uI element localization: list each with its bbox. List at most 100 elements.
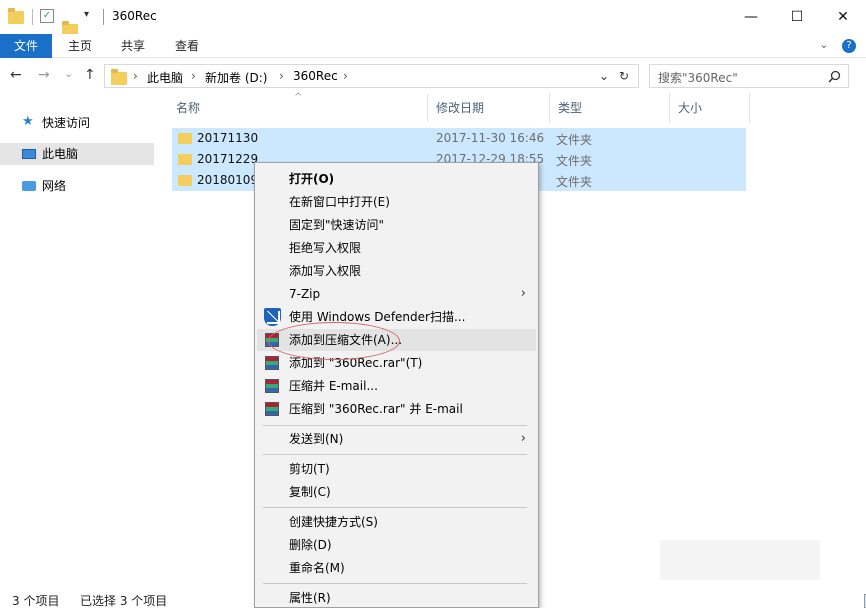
menu-item-compress-rar-email[interactable]: 压缩到 "360Rec.rar" 并 E-mail <box>257 398 536 420</box>
navpane-label: 快速访问 <box>42 116 91 130</box>
menu-item-label: 打开(O) <box>289 172 335 186</box>
menu-item-label: 属性(R) <box>289 591 331 605</box>
menu-item-label: 添加写入权限 <box>289 264 362 278</box>
column-date-modified[interactable]: 修改日期 <box>428 94 550 122</box>
title-separator <box>103 9 104 25</box>
menu-item-deny-write[interactable]: 拒绝写入权限 <box>257 237 536 259</box>
file-row[interactable]: 20171130 2017-11-30 16:46 文件夹 <box>172 128 746 149</box>
breadcrumb-this-pc[interactable]: 此电脑 <box>147 69 183 86</box>
navpane-quick-access[interactable]: ★ 快速访问 <box>0 112 154 134</box>
properties-icon[interactable]: ✓ <box>40 9 54 23</box>
network-icon <box>22 181 36 191</box>
annotation-ellipse <box>268 322 400 360</box>
navpane-network[interactable]: 网络 <box>0 175 154 197</box>
address-separator[interactable]: › <box>191 69 196 83</box>
submenu-arrow-icon: › <box>520 431 526 446</box>
breadcrumb-360rec[interactable]: 360Rec <box>293 69 338 83</box>
menu-item-copy[interactable]: 复制(C) <box>257 481 536 503</box>
maximize-button[interactable]: ☐ <box>774 0 820 34</box>
menu-item-label: 拒绝写入权限 <box>289 241 362 255</box>
shield-icon <box>264 308 281 326</box>
navigation-pane: ★ 快速访问 此电脑 网络 <box>0 94 160 590</box>
menu-item-label: 剪切(T) <box>289 462 330 476</box>
search-box[interactable]: 搜索"360Rec" <box>649 64 849 88</box>
close-button[interactable]: ✕ <box>820 0 866 34</box>
navigation-bar: ← → ⌄ ↑ › 此电脑 › 新加卷 (D:) › 360Rec › ⌄ ↻ … <box>0 58 866 94</box>
file-name: 20171229 <box>197 152 259 166</box>
star-icon: ★ <box>22 114 34 129</box>
context-menu: 打开(O) 在新窗口中打开(E) 固定到"快速访问" 拒绝写入权限 添加写入权限… <box>254 162 539 608</box>
address-separator[interactable]: › <box>343 69 348 83</box>
navpane-label: 此电脑 <box>42 147 79 161</box>
column-header: ^ 名称 修改日期 类型 大小 <box>160 92 866 122</box>
menu-item-label: 压缩并 E-mail... <box>289 379 378 393</box>
navpane-label: 网络 <box>42 179 67 193</box>
recent-locations-button[interactable]: ⌄ <box>64 67 73 80</box>
menu-item-7zip[interactable]: 7-Zip › <box>257 283 536 305</box>
customize-quick-access-icon[interactable]: ▾ <box>84 9 89 25</box>
address-separator[interactable]: › <box>279 69 284 83</box>
file-name: 20180109 <box>197 173 259 187</box>
menu-item-pin-quick-access[interactable]: 固定到"快速访问" <box>257 214 536 236</box>
title-bar: ✓ ▾ 360Rec — ☐ ✕ <box>0 0 866 37</box>
menu-separator <box>263 507 527 508</box>
menu-item-open[interactable]: 打开(O) <box>257 168 536 190</box>
menu-separator <box>263 454 527 455</box>
winrar-icon <box>265 402 279 416</box>
search-icon[interactable] <box>828 70 841 83</box>
menu-item-send-to[interactable]: 发送到(N) › <box>257 428 536 450</box>
column-type[interactable]: 类型 <box>550 94 670 122</box>
menu-item-label: 7-Zip <box>289 287 321 301</box>
up-button[interactable]: ↑ <box>84 67 96 83</box>
ribbon-tabs: 文件 主页 共享 查看 ⌄ ? <box>0 34 866 58</box>
menu-item-properties[interactable]: 属性(R) <box>257 587 536 608</box>
minimize-button[interactable]: — <box>728 0 774 34</box>
tab-view[interactable]: 查看 <box>162 34 212 58</box>
tab-share[interactable]: 共享 <box>108 34 158 58</box>
folder-icon <box>8 8 24 24</box>
submenu-arrow-icon: › <box>520 286 526 301</box>
winrar-icon <box>265 356 279 370</box>
menu-separator <box>263 583 527 584</box>
ribbon-controls: ⌄ ? <box>819 38 856 53</box>
folder-icon <box>178 175 192 186</box>
menu-item-label: 在新窗口中打开(E) <box>289 195 390 209</box>
menu-item-cut[interactable]: 剪切(T) <box>257 458 536 480</box>
forward-button[interactable]: → <box>38 67 50 83</box>
address-bar[interactable]: › 此电脑 › 新加卷 (D:) › 360Rec › ⌄ ↻ <box>104 64 639 88</box>
file-type: 文件夹 <box>556 133 593 147</box>
menu-item-delete[interactable]: 删除(D) <box>257 534 536 556</box>
menu-item-label: 创建快捷方式(S) <box>289 515 378 529</box>
search-input[interactable]: 搜索"360Rec" <box>658 69 738 86</box>
address-dropdown-icon[interactable]: ⌄ <box>599 69 609 83</box>
file-type: 文件夹 <box>556 175 593 189</box>
item-count: 3 个项目 <box>12 594 60 608</box>
file-name: 20171130 <box>197 131 259 145</box>
breadcrumb-drive-d[interactable]: 新加卷 (D:) <box>205 69 267 86</box>
address-separator[interactable]: › <box>133 69 138 83</box>
ribbon-collapse-icon[interactable]: ⌄ <box>819 38 828 51</box>
column-size[interactable]: 大小 <box>670 94 750 122</box>
computer-icon <box>22 149 36 159</box>
column-name[interactable]: 名称 <box>168 94 428 122</box>
menu-item-create-shortcut[interactable]: 创建快捷方式(S) <box>257 511 536 533</box>
watermark <box>660 540 820 580</box>
menu-item-label: 复制(C) <box>289 485 331 499</box>
menu-item-label: 发送到(N) <box>289 432 344 446</box>
menu-item-label: 删除(D) <box>289 538 332 552</box>
folder-icon <box>178 133 192 144</box>
quick-access-separator <box>32 9 33 25</box>
menu-item-compress-email[interactable]: 压缩并 E-mail... <box>257 375 536 397</box>
menu-item-label: 重命名(M) <box>289 561 345 575</box>
refresh-icon[interactable]: ↻ <box>619 69 629 83</box>
help-icon[interactable]: ? <box>842 39 856 53</box>
tab-home[interactable]: 主页 <box>56 34 104 58</box>
menu-item-open-new-window[interactable]: 在新窗口中打开(E) <box>257 191 536 213</box>
back-button[interactable]: ← <box>10 67 22 83</box>
tab-file[interactable]: 文件 <box>0 34 52 58</box>
menu-item-add-write[interactable]: 添加写入权限 <box>257 260 536 282</box>
explorer-window: ✓ ▾ 360Rec — ☐ ✕ 文件 主页 共享 查看 ⌄ ? ← → ⌄ ↑… <box>0 0 866 608</box>
menu-item-rename[interactable]: 重命名(M) <box>257 557 536 579</box>
navpane-this-pc[interactable]: 此电脑 <box>0 143 154 165</box>
winrar-icon <box>265 379 279 393</box>
